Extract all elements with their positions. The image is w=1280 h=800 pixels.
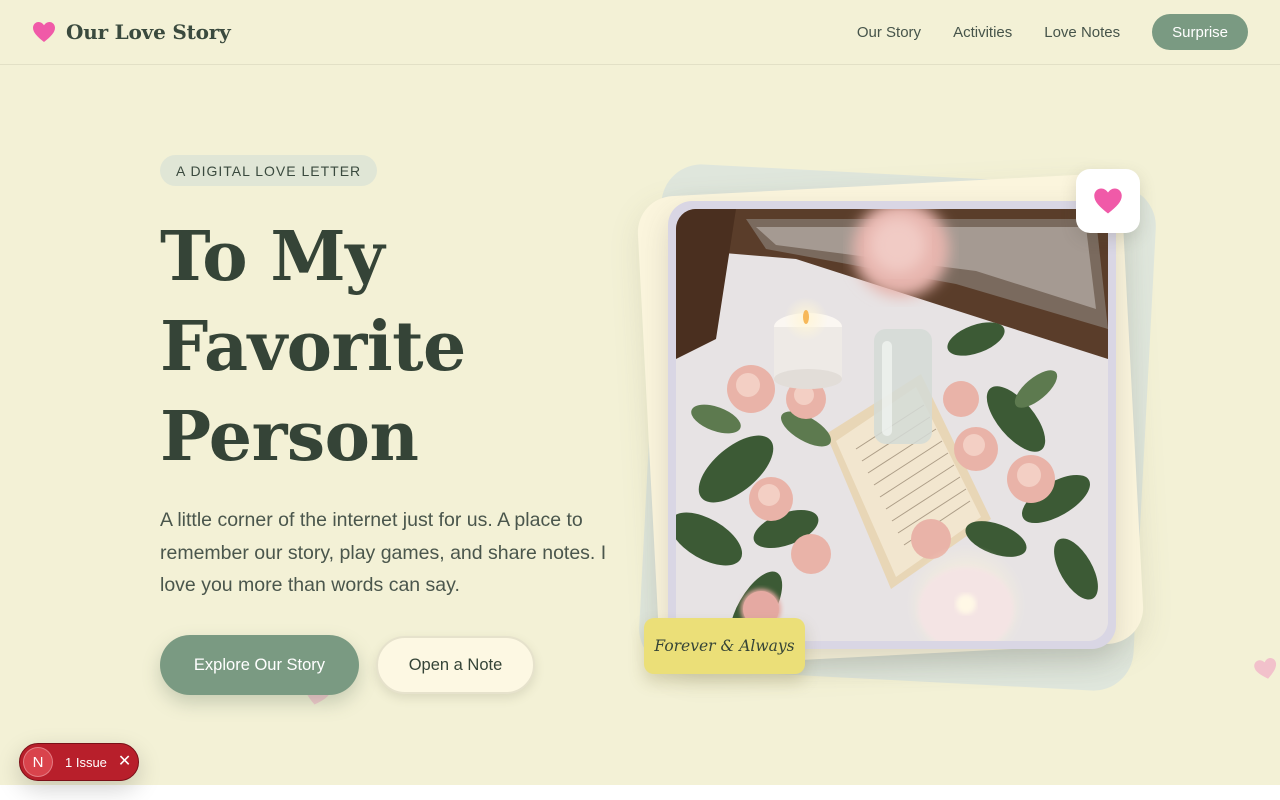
- heart-icon: [1094, 188, 1122, 214]
- brand-title: Our Love Story: [66, 20, 231, 44]
- nav-link-love-notes[interactable]: Love Notes: [1044, 24, 1120, 41]
- heart-icon: [33, 22, 55, 42]
- dev-avatar: N: [23, 747, 53, 777]
- hero-badge: A DIGITAL LOVE LETTER: [160, 155, 378, 186]
- page-bottom-edge: [0, 785, 1280, 800]
- explore-story-button[interactable]: Explore Our Story: [160, 635, 359, 695]
- surprise-button[interactable]: Surprise: [1152, 14, 1248, 50]
- open-note-button[interactable]: Open a Note: [376, 636, 535, 694]
- nav-link-our-story[interactable]: Our Story: [857, 24, 921, 41]
- decorative-heart-icon: [1254, 657, 1277, 679]
- nav-link-activities[interactable]: Activities: [953, 24, 1012, 41]
- heart-badge: [1076, 169, 1140, 233]
- issue-count-label: 1 Issue: [65, 754, 107, 770]
- hero-title: To My Favorite Person: [160, 212, 620, 482]
- hero-title-line: Person: [160, 397, 419, 477]
- photo-caption: Forever & Always: [644, 618, 805, 674]
- main-nav: Our Story Activities Love Notes Surprise: [857, 14, 1248, 50]
- hero-photo: [676, 209, 1108, 641]
- close-icon[interactable]: ✕: [118, 754, 131, 770]
- issues-indicator[interactable]: N 1 Issue ✕: [19, 743, 139, 781]
- brand[interactable]: Our Love Story: [32, 20, 231, 44]
- hero-description: A little corner of the internet just for…: [160, 509, 607, 596]
- top-header: Our Love Story Our Story Activities Love…: [0, 0, 1280, 65]
- hero-title-line: Favorite: [160, 307, 466, 387]
- photo-frame: [668, 201, 1116, 649]
- hero-title-line: To My: [160, 217, 385, 297]
